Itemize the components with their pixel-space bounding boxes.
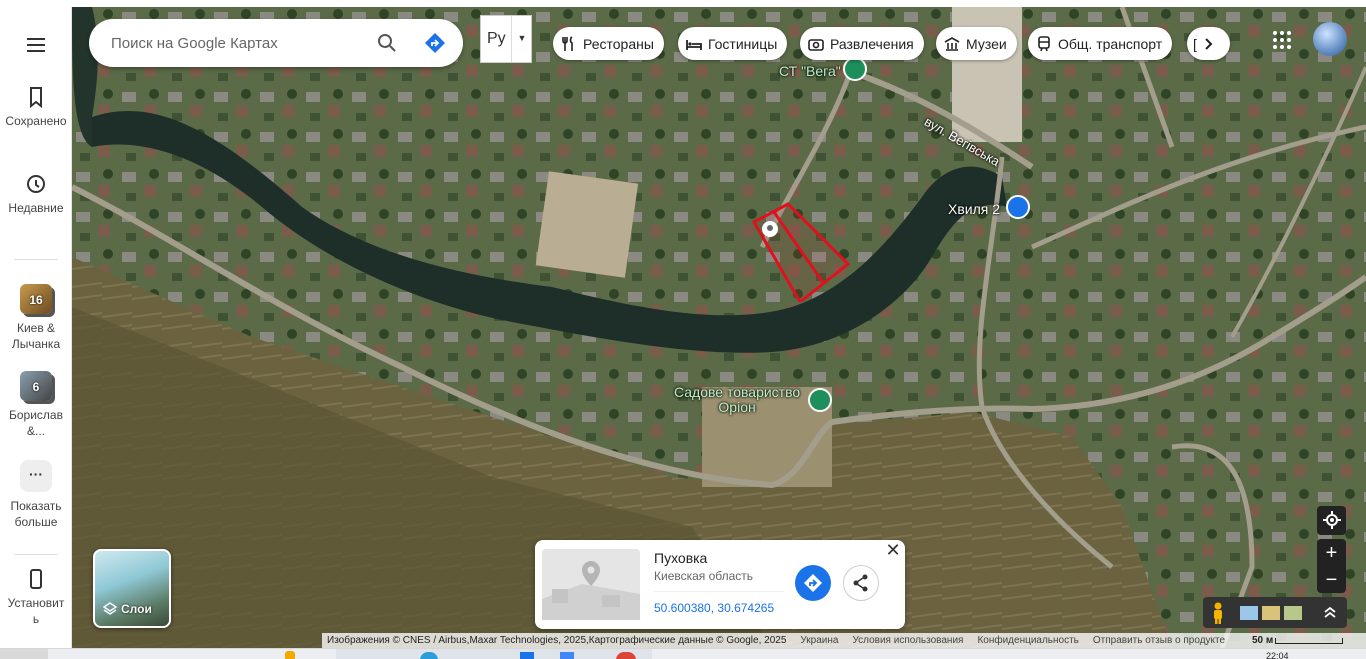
keyboard-layout-switch[interactable]: Ру ▼ (480, 15, 532, 63)
install-label: Установить (7, 596, 65, 626)
poi-green-icon[interactable] (808, 388, 832, 412)
recent-button[interactable]: Недавние (0, 172, 72, 216)
map-options-bar (1203, 597, 1347, 628)
show-more-label: Показать больше (10, 499, 62, 529)
phone-icon (30, 569, 42, 589)
place-thumbnail (542, 549, 640, 620)
app-icon[interactable] (560, 652, 574, 659)
saved-list-kiev[interactable]: 16 Киев & Лычанка (0, 284, 72, 352)
poi-label-sadove-line2: Оріон (718, 399, 756, 415)
poi-label-khvylia[interactable]: Хвиля 2 (948, 201, 1000, 217)
app-icon[interactable] (420, 652, 438, 659)
minus-icon: − (1325, 569, 1338, 591)
directions-button[interactable] (795, 565, 831, 601)
place-region: Киевская область (654, 569, 754, 583)
close-icon[interactable]: ✕ (885, 541, 901, 559)
chip-transit[interactable]: Общ. транспорт (1028, 27, 1173, 60)
search-input[interactable] (111, 31, 361, 55)
chevron-down-icon[interactable]: ▼ (511, 16, 532, 62)
imagery-thumb-icon[interactable] (1240, 606, 1258, 620)
poi-label-sadove[interactable]: Садове товариство Оріон (674, 385, 800, 415)
chevron-up-icon[interactable] (1323, 605, 1337, 619)
chip-entertainment[interactable]: Развлечения (800, 27, 924, 60)
chevron-right-icon (1205, 37, 1213, 50)
list-count: 16 (29, 293, 43, 307)
layers-label: Слои (121, 602, 152, 616)
clock: 22:04 (1266, 651, 1289, 659)
place-name: Пуховка (654, 550, 708, 566)
menu-button[interactable] (0, 33, 72, 61)
chip-label: Музеи (966, 35, 1007, 52)
directions-icon (804, 574, 822, 592)
poi-green-icon[interactable] (843, 57, 867, 81)
history-icon (27, 175, 45, 193)
imagery-thumb-icon[interactable] (1262, 606, 1280, 620)
layers-button[interactable]: Слои (93, 549, 171, 628)
chip-museums[interactable]: Музеи (936, 27, 1017, 60)
chip-label: Гостиницы (708, 35, 778, 52)
saved-list-borislav[interactable]: 6 Борислав &... (0, 371, 72, 439)
saved-label: Сохранено (5, 114, 67, 128)
bookmark-icon (30, 87, 42, 109)
show-more-button[interactable]: ··· Показать больше (0, 460, 72, 530)
privacy-link[interactable]: Конфиденциальность (977, 635, 1078, 646)
camera-icon (808, 38, 824, 51)
place-coordinates[interactable]: 50.600380, 30.674265 (654, 601, 774, 615)
pegman-icon[interactable] (1211, 602, 1225, 624)
directions-icon[interactable] (423, 31, 447, 55)
chip-label: Общ. транспорт (1058, 35, 1163, 52)
taskbar: 22:04 (0, 648, 1366, 659)
install-button[interactable]: Установить (0, 567, 72, 627)
app-icon[interactable] (520, 652, 534, 659)
place-card[interactable]: Пуховка Киевская область 50.600380, 30.6… (535, 540, 905, 629)
list-thumbnail: 16 (20, 284, 52, 314)
list-count: 6 (32, 380, 40, 394)
attribution: Изображения © CNES / Airbus,Maxar Techno… (327, 635, 787, 646)
chip-label: Развлечения (830, 35, 914, 52)
plus-icon: + (1325, 542, 1338, 564)
scale-bar (1275, 638, 1343, 644)
hotel-icon (686, 39, 702, 50)
share-button[interactable] (843, 565, 879, 601)
chip-restaurants[interactable]: Рестораны (553, 27, 664, 60)
zoom-out-button[interactable]: − (1317, 566, 1346, 593)
app-icon[interactable] (616, 652, 636, 659)
chip-partial-icon: [ (1193, 35, 1197, 52)
restaurant-icon (562, 35, 573, 51)
chip-label: Рестораны (583, 35, 654, 52)
chips-next-button[interactable]: [ (1187, 27, 1230, 60)
chip-hotels[interactable]: Гостиницы (678, 27, 788, 60)
parcel-outline[interactable] (752, 202, 852, 302)
left-rail: Сохранено Недавние 16 Киев & Лычанка 6 Б… (0, 7, 72, 648)
location-icon (1322, 511, 1341, 529)
lock-poi-icon[interactable] (1006, 195, 1030, 219)
recent-label: Недавние (8, 201, 64, 215)
poi-label-st-vega[interactable]: СТ "Вега" (779, 63, 841, 79)
search-box (89, 19, 463, 67)
keyboard-layout-label: Ру (487, 30, 506, 47)
list-thumbnail: 6 (20, 371, 52, 401)
museum-icon (944, 36, 960, 51)
layers-icon (103, 602, 117, 615)
list-label: Борислав &... (9, 408, 63, 438)
feedback-link[interactable]: Отправить отзыв о продукте (1093, 635, 1225, 646)
saved-button[interactable]: Сохранено (0, 85, 72, 129)
more-icon: ··· (20, 460, 52, 492)
apps-grid-icon[interactable] (1272, 30, 1292, 50)
list-label: Киев & Лычанка (11, 321, 61, 351)
share-icon (853, 574, 868, 592)
zoom-in-button[interactable]: + (1317, 539, 1346, 566)
terms-link[interactable]: Условия использования (852, 635, 963, 646)
search-icon[interactable] (375, 31, 399, 55)
imagery-thumb-icon[interactable] (1284, 606, 1302, 620)
avatar[interactable] (1313, 22, 1347, 56)
transit-icon (1038, 35, 1050, 51)
scale-label[interactable]: 50 м (1252, 633, 1273, 649)
my-location-button[interactable] (1317, 506, 1346, 535)
map-footer: Изображения © CNES / Airbus,Maxar Techno… (322, 633, 1366, 649)
country-link[interactable]: Украина (800, 635, 838, 646)
hamburger-menu-icon (27, 38, 45, 52)
app-icon[interactable] (285, 651, 295, 659)
poi-label-sadove-line1: Садове товариство (674, 384, 801, 400)
